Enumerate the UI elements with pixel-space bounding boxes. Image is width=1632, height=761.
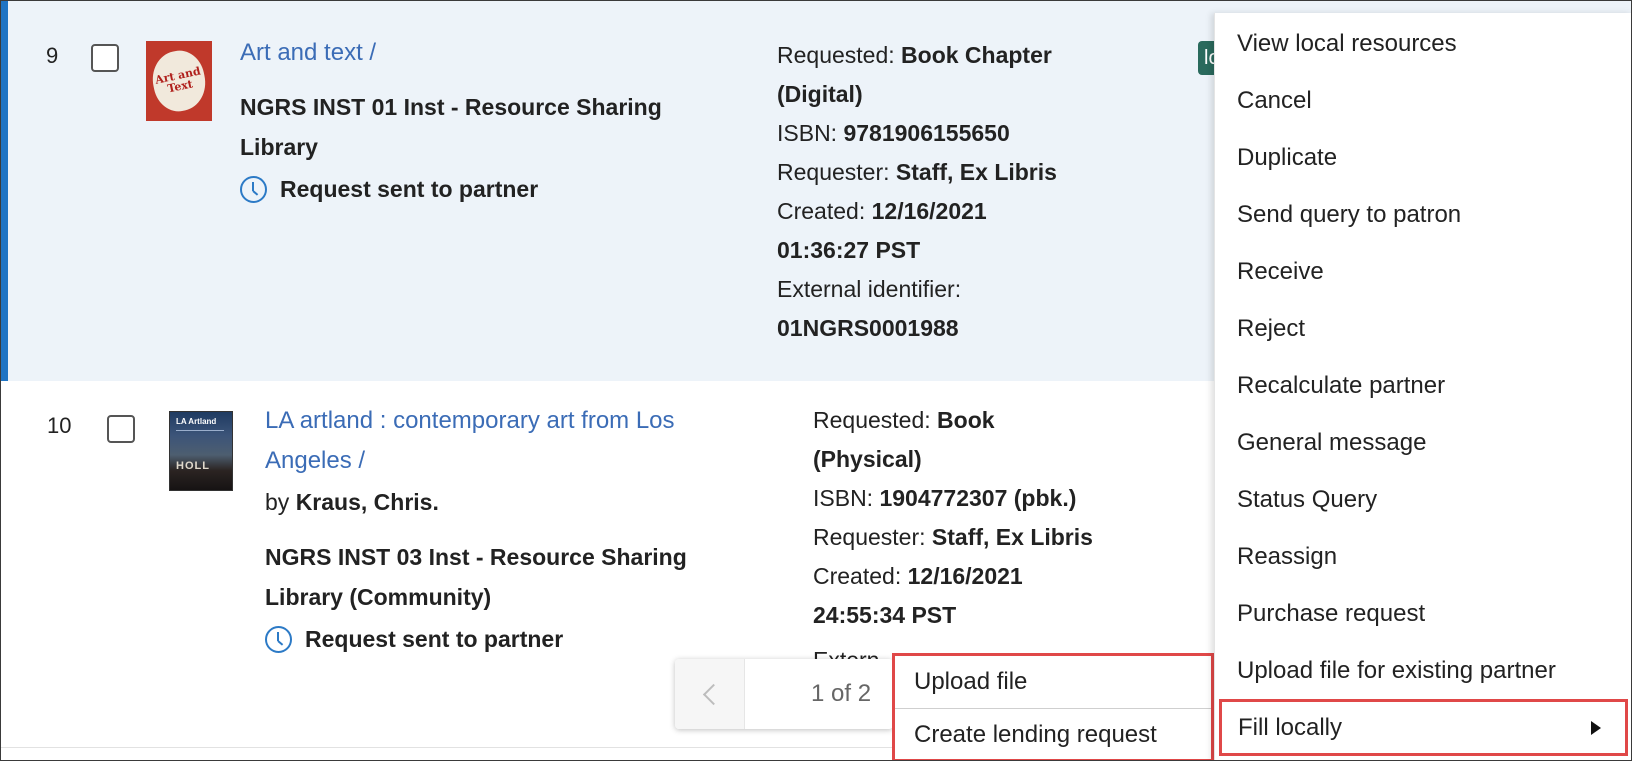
cover-text: Art and Text (147, 46, 211, 116)
item-title-link[interactable]: Art and text / (240, 33, 376, 73)
menu-item-receive[interactable]: Receive (1215, 243, 1631, 300)
request-status: Request sent to partner (265, 619, 563, 659)
clock-icon (240, 175, 267, 203)
menu-item-fill-locally[interactable]: Fill locally (1219, 699, 1628, 756)
menu-item-send-query-to-patron[interactable]: Send query to patron (1215, 186, 1631, 243)
row-number: 9 (46, 43, 59, 68)
request-details: Requested: Book (Physical) ISBN: 1904772… (813, 407, 1093, 628)
owning-library: NGRS INST 03 Inst - Resource Sharing Lib… (265, 544, 687, 610)
menu-item-view-local-resources[interactable]: View local resources (1215, 15, 1631, 72)
submenu-item-create-lending-request[interactable]: Create lending request (895, 709, 1211, 760)
menu-item-recalculate-partner[interactable]: Recalculate partner (1215, 357, 1631, 414)
pagination: 1 of 2 (675, 659, 893, 729)
row-checkbox[interactable] (107, 415, 135, 443)
fill-locally-submenu: Upload file Create lending request (892, 653, 1214, 760)
request-details: Requested: Book Chapter (Digital) ISBN: … (777, 42, 1057, 341)
owning-library: NGRS INST 01 Inst - Resource Sharing Lib… (240, 94, 662, 160)
item-title-link[interactable]: LA artland : contemporary art from Los A… (265, 401, 675, 481)
clock-icon (265, 625, 292, 653)
page-count: 1 of 2 (811, 680, 872, 707)
book-cover-thumbnail[interactable]: Art and Text (146, 41, 212, 121)
menu-item-cancel[interactable]: Cancel (1215, 72, 1631, 129)
menu-item-reject[interactable]: Reject (1215, 300, 1631, 357)
submenu-arrow-icon (1591, 721, 1601, 735)
request-status: Request sent to partner (240, 169, 538, 209)
menu-item-purchase-request[interactable]: Purchase request (1215, 585, 1631, 642)
row-checkbox[interactable] (91, 44, 119, 72)
menu-item-upload-file-for-existing-partner[interactable]: Upload file for existing partner (1215, 642, 1631, 699)
book-cover-thumbnail[interactable]: LA Artland HOLL (169, 411, 233, 491)
previous-page-button[interactable] (675, 659, 745, 729)
row-actions-menu: View local resources Cancel Duplicate Se… (1214, 13, 1631, 760)
request-list-screen: 9 Art and Text Art and text / NGRS INST 0… (0, 0, 1632, 761)
menu-item-general-message[interactable]: General message (1215, 414, 1631, 471)
submenu-item-upload-file[interactable]: Upload file (895, 656, 1211, 708)
row-number: 10 (47, 413, 72, 438)
menu-item-status-query[interactable]: Status Query (1215, 471, 1631, 528)
menu-item-reassign[interactable]: Reassign (1215, 528, 1631, 585)
author-line: by Kraus, Chris. (265, 489, 439, 515)
menu-item-duplicate[interactable]: Duplicate (1215, 129, 1631, 186)
